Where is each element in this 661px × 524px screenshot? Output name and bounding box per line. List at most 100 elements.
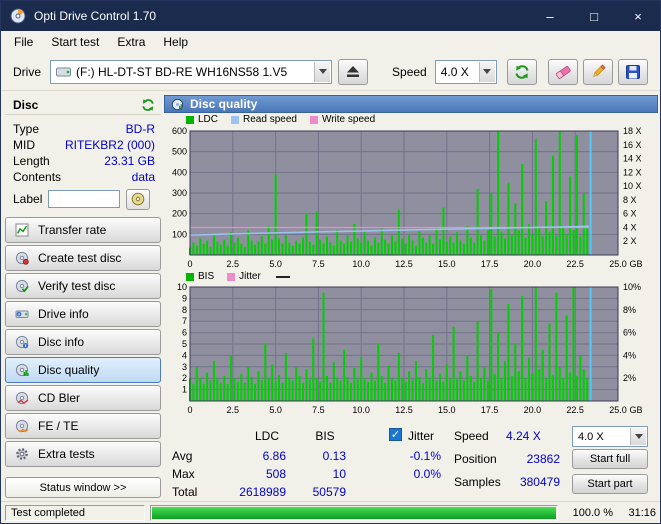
erase-disc-button[interactable] [548, 58, 578, 85]
test-speed-value: 4.0 X [578, 430, 604, 443]
close-button[interactable]: × [616, 1, 660, 31]
legend-label: BIS [198, 271, 215, 282]
speed-selector[interactable]: 4.0 X [434, 59, 497, 84]
jitter-label: Jitter [408, 429, 435, 443]
status-window-button[interactable]: Status window >> [5, 477, 161, 498]
bis-column-header: BIS [315, 429, 335, 443]
svg-text:9: 9 [182, 293, 187, 303]
refresh-icon [515, 64, 529, 79]
avg-row-label: Avg [172, 449, 193, 463]
svg-text:22.5: 22.5 [566, 259, 584, 269]
window-title: Opti Drive Control 1.70 [34, 9, 157, 23]
speed-result-value: 4.24 X [506, 429, 541, 443]
disc-label-input[interactable] [48, 190, 121, 208]
sidebar-item-label: Disc quality [38, 363, 100, 377]
progress-percent: 100.0 % [572, 506, 613, 519]
drive-info-icon [15, 310, 29, 318]
svg-text:18 X: 18 X [623, 126, 642, 136]
save-button[interactable] [618, 58, 648, 85]
svg-text:6: 6 [182, 328, 187, 338]
drive-selector[interactable]: (F:) HL-DT-ST BD-RE WH16NS58 1.V5 [50, 59, 333, 84]
sidebar-item-transfer-rate[interactable]: Transfer rate [5, 217, 161, 243]
svg-text:7: 7 [182, 316, 187, 326]
start-full-button[interactable]: Start full [572, 449, 648, 469]
svg-text:12 X: 12 X [623, 167, 642, 177]
test-speed-dropdown-arrow[interactable] [630, 428, 646, 445]
sidebar-item-label: Transfer rate [38, 223, 107, 237]
svg-text:15.0: 15.0 [438, 405, 456, 415]
svg-text:25.0: 25.0 [609, 259, 627, 269]
svg-text:2.5: 2.5 [227, 259, 240, 269]
app-window: Opti Drive Control 1.70 – □ × File Start… [0, 0, 661, 524]
speed-label: Speed [392, 64, 427, 79]
results-panel: LDC BIS Avg Max Total 6.86 508 2618989 0… [164, 425, 658, 503]
minimize-button[interactable]: – [528, 1, 572, 31]
legend-swatch [309, 115, 318, 124]
svg-text:GB: GB [629, 405, 642, 415]
svg-text:5.0: 5.0 [269, 259, 282, 269]
jitter-checkbox[interactable]: ✓ [389, 428, 402, 441]
menu-file[interactable]: File [5, 33, 42, 51]
eraser-icon [555, 65, 571, 79]
info-row-contents: Contents data [5, 169, 161, 185]
test-speed-selector[interactable]: 4.0 X [572, 426, 648, 447]
svg-text:16 X: 16 X [623, 140, 642, 150]
sidebar-item-label: CD Bler [38, 391, 81, 405]
svg-text:4%: 4% [623, 350, 636, 360]
eject-button[interactable] [338, 58, 369, 85]
menu-help[interactable]: Help [154, 33, 197, 51]
legend-swatch [231, 115, 240, 124]
edit-label-button[interactable] [126, 188, 151, 210]
drive-dropdown-arrow[interactable] [314, 61, 331, 82]
samples-value: 380479 [519, 475, 560, 489]
svg-text:10.0: 10.0 [352, 259, 370, 269]
sidebar-item-disc-info[interactable]: Disc info [5, 329, 161, 355]
sidebar-item-extra-tests[interactable]: Extra tests [5, 441, 161, 467]
svg-text:200: 200 [172, 209, 187, 219]
titlebar: Opti Drive Control 1.70 – □ × [1, 1, 660, 31]
start-part-button[interactable]: Start part [572, 474, 648, 494]
svg-text:22.5: 22.5 [566, 405, 584, 415]
maximize-button[interactable]: □ [572, 1, 616, 31]
svg-text:15.0: 15.0 [438, 259, 456, 269]
sidebar-item-fe-te[interactable]: FE / TE [5, 413, 161, 439]
legend-swatch [186, 272, 194, 281]
bis-jitter-chart: 109 87 654 32 1 10% 8% 6% 4% 2% 0 2.5 5.0 7.5 10.0 12.5… [177, 283, 643, 415]
chart1-legend: LDC Read speed Write speed [186, 114, 384, 125]
svg-text:17.5: 17.5 [481, 405, 499, 415]
disc-quality-icon [15, 363, 29, 377]
menu-start-test[interactable]: Start test [42, 33, 108, 51]
svg-text:5: 5 [182, 339, 187, 349]
toolbar: Drive (F:) HL-DT-ST BD-RE WH16NS58 1.V5 … [1, 53, 660, 91]
menu-extra[interactable]: Extra [108, 33, 154, 51]
progress-bar [150, 504, 558, 521]
chart2-legend: BIS Jitter [186, 271, 290, 282]
svg-text:7.5: 7.5 [312, 405, 325, 415]
speed-dropdown-arrow[interactable] [478, 61, 495, 82]
info-value: 23.31 GB [104, 154, 155, 168]
svg-text:0: 0 [187, 405, 192, 415]
app-icon [10, 8, 26, 24]
svg-text:2%: 2% [623, 373, 636, 383]
disc-refresh-icon[interactable] [141, 98, 155, 112]
svg-text:100: 100 [172, 229, 187, 239]
sidebar-item-verify-test-disc[interactable]: Verify test disc [5, 273, 161, 299]
extra-tests-icon [16, 448, 28, 460]
sidebar-item-disc-quality[interactable]: Disc quality [5, 357, 161, 383]
sidebar-item-create-test-disc[interactable]: Create test disc [5, 245, 161, 271]
sidebar-item-cd-bler[interactable]: CD Bler [5, 385, 161, 411]
write-button[interactable] [583, 58, 613, 85]
info-value: RITEKBR2 (000) [64, 138, 155, 152]
svg-text:12.5: 12.5 [395, 405, 413, 415]
svg-text:10%: 10% [623, 283, 641, 292]
svg-text:600: 600 [172, 126, 187, 136]
svg-text:300: 300 [172, 188, 187, 198]
info-value[interactable]: data [132, 170, 155, 184]
disc-info-icon [15, 335, 29, 349]
legend-label: Jitter [239, 271, 261, 282]
samples-label: Samples [454, 475, 501, 489]
refresh-button[interactable] [506, 58, 537, 85]
svg-text:10.0: 10.0 [352, 405, 370, 415]
sidebar-item-drive-info[interactable]: Drive info [5, 301, 161, 327]
svg-text:20.0: 20.0 [524, 259, 542, 269]
